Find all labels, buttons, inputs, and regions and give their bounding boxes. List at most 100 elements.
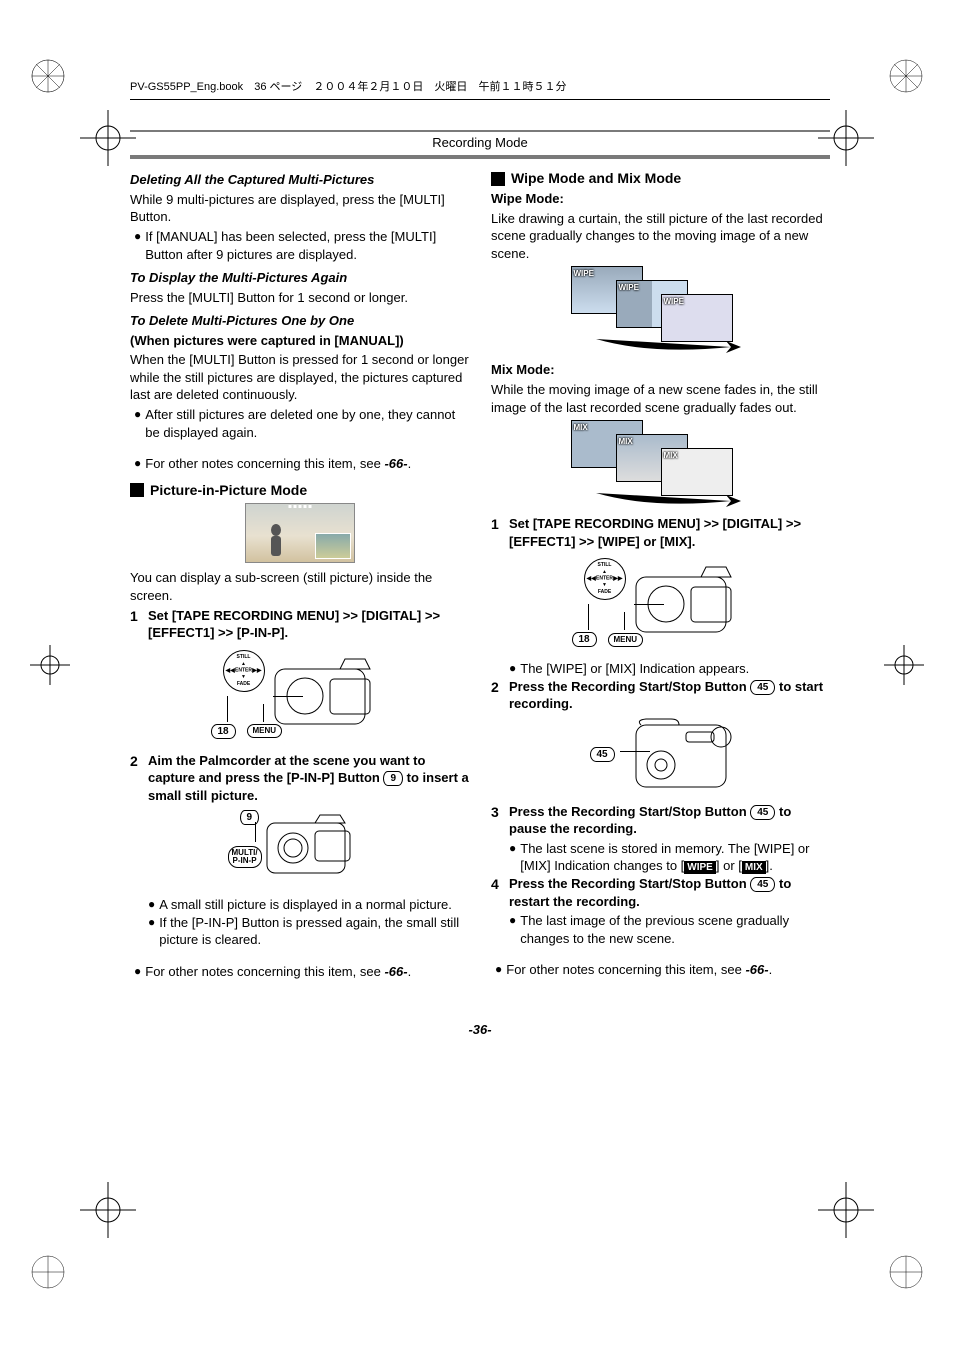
spiral-mark-icon	[28, 1252, 68, 1292]
callout-18: 18	[211, 724, 236, 739]
step-text: Press the Recording Start/Stop Button 45…	[509, 678, 830, 713]
registration-mark-icon	[818, 1182, 874, 1238]
bullet-item: ● For other notes concerning this item, …	[134, 963, 469, 981]
bullet-icon: ●	[148, 914, 155, 930]
step-2: 2 Aim the Palmcorder at the scene you wa…	[130, 752, 469, 805]
callout-9: 9	[383, 771, 403, 786]
bullet-icon: ●	[509, 660, 516, 676]
step-number: 4	[491, 875, 509, 910]
book-page: 36 ページ	[254, 81, 302, 93]
bullet-item: ● A small still picture is displayed in …	[148, 896, 469, 914]
heading-delete-one: To Delete Multi-Pictures One by One	[130, 312, 469, 330]
spiral-mark-icon	[886, 1252, 926, 1292]
inverse-wipe-label: WIPE	[684, 861, 716, 874]
heading-delete-all: Deleting All the Captured Multi-Pictures	[130, 171, 469, 189]
figure-wipe-transition: WIPE WIPE WIPE	[491, 266, 830, 351]
section-heading-pip: Picture-in-Picture Mode	[130, 481, 469, 500]
step-2: 2 Press the Recording Start/Stop Button …	[491, 678, 830, 713]
registration-mark-icon	[80, 110, 136, 166]
callout-multi-pinp: MULTI/ P-IN-P	[228, 846, 262, 868]
left-column: Deleting All the Captured Multi-Pictures…	[130, 169, 469, 980]
page-reference: -66-	[384, 456, 407, 471]
text: Like drawing a curtain, the still pictur…	[491, 210, 830, 263]
bullet-text: For other notes concerning this item, se…	[145, 963, 411, 981]
step-number: 2	[491, 678, 509, 713]
heading-text: Picture-in-Picture Mode	[150, 481, 307, 500]
text: You can display a sub-screen (still pict…	[130, 569, 469, 604]
square-bullet-icon	[130, 483, 144, 497]
bullet-icon: ●	[509, 840, 516, 856]
step-1: 1 Set [TAPE RECORDING MENU] >> [DIGITAL]…	[491, 515, 830, 550]
subheading-mix: Mix Mode:	[491, 361, 830, 379]
bullet-text: The last scene is stored in memory. The …	[520, 840, 830, 875]
bullet-item: ● If [MANUAL] has been selected, press t…	[134, 228, 469, 263]
camera-rear-icon	[631, 717, 741, 795]
figure-mix-transition: MIX MIX MIX	[491, 420, 830, 505]
callout-9: 9	[240, 810, 260, 825]
bullet-icon: ●	[134, 963, 141, 979]
right-column: Wipe Mode and Mix Mode Wipe Mode: Like d…	[491, 169, 830, 980]
text: While 9 multi-pictures are displayed, pr…	[130, 191, 469, 226]
page-number: -36-	[130, 1021, 830, 1039]
camera-icon	[270, 654, 385, 736]
bullet-icon: ●	[134, 406, 141, 422]
callout-45: 45	[750, 805, 775, 820]
bullet-text: After still pictures are deleted one by …	[145, 406, 469, 441]
callout-45: 45	[590, 747, 615, 762]
bullet-icon: ●	[134, 228, 141, 244]
bullet-text: For other notes concerning this item, se…	[145, 455, 411, 473]
step-number: 1	[130, 607, 148, 642]
bullet-text: The [WIPE] or [MIX] Indication appears.	[520, 660, 749, 678]
section-header: Recording Mode	[130, 130, 830, 160]
figure-camera-controls: STILL ENTER FADE ◀◀ ▶▶ ▲ ▼ 18 MENU	[130, 646, 469, 746]
text: Press the [MULTI] Button for 1 second or…	[130, 289, 469, 307]
step-number: 1	[491, 515, 509, 550]
camera-icon	[631, 562, 746, 644]
callout-45: 45	[750, 877, 775, 892]
callout-45: 45	[750, 680, 775, 695]
step-text: Aim the Palmcorder at the scene you want…	[148, 752, 469, 805]
bullet-icon: ●	[509, 912, 516, 928]
registration-mark-icon	[80, 1182, 136, 1238]
arrow-icon	[591, 337, 741, 357]
inverse-mix-label: MIX	[742, 861, 766, 874]
text: When the [MULTI] Button is pressed for 1…	[130, 351, 469, 404]
bullet-item: ● The [WIPE] or [MIX] Indication appears…	[509, 660, 830, 678]
page-reference: -66-	[745, 962, 768, 977]
bullet-text: If the [P-IN-P] Button is pressed again,…	[159, 914, 469, 949]
spiral-mark-icon	[886, 56, 926, 96]
bullet-item: ● For other notes concerning this item, …	[134, 455, 469, 473]
bullet-text: The last image of the previous scene gra…	[520, 912, 830, 947]
step-number: 2	[130, 752, 148, 805]
step-4: 4 Press the Recording Start/Stop Button …	[491, 875, 830, 910]
registration-mark-icon	[884, 645, 924, 685]
bullet-item: ● If the [P-IN-P] Button is pressed agai…	[148, 914, 469, 949]
figure-camera-controls: STILL ENTER FADE ◀◀ ▶▶ ▲ ▼ 18 MENU	[491, 554, 830, 654]
bullet-item: ● The last scene is stored in memory. Th…	[509, 840, 830, 875]
heading-display-again: To Display the Multi-Pictures Again	[130, 269, 469, 287]
square-bullet-icon	[491, 172, 505, 186]
step-1: 1 Set [TAPE RECORDING MENU] >> [DIGITAL]…	[130, 607, 469, 642]
bullet-text: If [MANUAL] has been selected, press the…	[145, 228, 469, 263]
section-heading-wipe-mix: Wipe Mode and Mix Mode	[491, 169, 830, 188]
camera-icon	[265, 813, 360, 883]
step-number: 3	[491, 803, 509, 838]
book-filename: PV-GS55PP_Eng.book	[130, 81, 243, 93]
arrow-icon	[591, 491, 741, 511]
bullet-item: ● For other notes concerning this item, …	[495, 961, 830, 979]
heading-text: Wipe Mode and Mix Mode	[511, 169, 681, 188]
heading-delete-one-sub: (When pictures were captured in [MANUAL]…	[130, 332, 469, 350]
figure-pip-screen	[130, 503, 469, 563]
spiral-mark-icon	[28, 56, 68, 96]
book-date: ２００４年２月１０日	[313, 81, 423, 93]
book-weekday: 火曜日	[434, 81, 467, 93]
subheading-wipe: Wipe Mode:	[491, 190, 830, 208]
bullet-icon: ●	[134, 455, 141, 471]
figure-camera-rec-button: 45	[491, 717, 830, 797]
book-time: 午前１１時５１分	[478, 81, 566, 93]
bullet-icon: ●	[148, 896, 155, 912]
step-text: Set [TAPE RECORDING MENU] >> [DIGITAL] >…	[509, 515, 830, 550]
step-text: Press the Recording Start/Stop Button 45…	[509, 803, 830, 838]
bullet-text: A small still picture is displayed in a …	[159, 896, 452, 914]
bullet-item: ● After still pictures are deleted one b…	[134, 406, 469, 441]
